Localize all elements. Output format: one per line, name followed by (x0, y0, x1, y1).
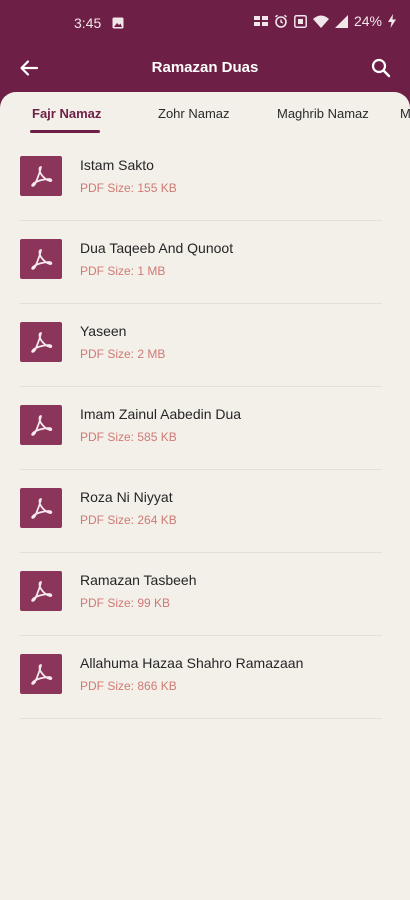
tab-bar: Fajr Namaz Zohr Namaz Maghrib Namaz M (0, 92, 410, 136)
item-title: Roza Ni Niyyat (80, 489, 173, 505)
signal-icon (334, 14, 348, 28)
item-size: PDF Size: 155 KB (80, 181, 177, 195)
item-size: PDF Size: 1 MB (80, 264, 166, 278)
item-size: PDF Size: 866 KB (80, 679, 177, 693)
item-size: PDF Size: 2 MB (80, 347, 166, 361)
pdf-icon (20, 405, 62, 445)
list-item[interactable]: Dua Taqeeb And Qunoot PDF Size: 1 MB (0, 221, 410, 304)
item-title: Istam Sakto (80, 157, 154, 173)
search-icon (371, 58, 391, 83)
status-icons: 24% (253, 13, 396, 29)
tab-maghrib-namaz[interactable]: Maghrib Namaz (277, 106, 369, 121)
nfc-icon (294, 14, 307, 28)
charging-icon (388, 14, 396, 28)
pdf-list: Istam Sakto PDF Size: 155 KB Dua Taqeeb … (0, 138, 410, 719)
tab-indicator (30, 130, 100, 133)
network-speed-icon (253, 15, 268, 27)
item-title: Imam Zainul Aabedin Dua (80, 406, 242, 422)
list-item[interactable]: Imam Zainul Aabedin Dua PDF Size: 585 KB (0, 387, 410, 470)
status-time: 3:45 (74, 15, 102, 31)
item-size: PDF Size: 99 KB (80, 596, 171, 610)
gallery-notification-icon (112, 16, 124, 29)
tab-zohr-namaz[interactable]: Zohr Namaz (158, 106, 230, 121)
list-item[interactable]: Ramazan Tasbeeh PDF Size: 99 KB (0, 553, 410, 636)
list-item[interactable]: Istam Sakto PDF Size: 155 KB (0, 138, 410, 221)
battery-percent: 24% (353, 13, 382, 29)
status-bar: 3:45 24% (0, 0, 410, 46)
app-bar: Ramazan Duas (0, 46, 410, 96)
item-title: Dua Taqeeb And Qunoot (80, 240, 234, 256)
pdf-icon (20, 156, 62, 196)
search-button[interactable] (366, 55, 396, 85)
list-item[interactable]: Yaseen PDF Size: 2 MB (0, 304, 410, 387)
list-item[interactable]: Roza Ni Niyyat PDF Size: 264 KB (0, 470, 410, 553)
alarm-icon (274, 14, 288, 28)
pdf-icon (20, 654, 62, 694)
pdf-icon (20, 322, 62, 362)
content-panel: Fajr Namaz Zohr Namaz Maghrib Namaz M Is… (0, 92, 410, 900)
list-item[interactable]: Allahuma Hazaa Shahro Ramazaan PDF Size:… (0, 636, 410, 719)
pdf-icon (20, 488, 62, 528)
pdf-icon (20, 571, 62, 611)
item-size: PDF Size: 585 KB (80, 430, 177, 444)
item-size: PDF Size: 264 KB (80, 513, 177, 527)
item-title: Allahuma Hazaa Shahro Ramazaan (80, 655, 304, 671)
item-title: Ramazan Tasbeeh (80, 572, 197, 588)
tab-partial[interactable]: M (400, 106, 410, 121)
tab-fajr-namaz[interactable]: Fajr Namaz (32, 106, 101, 121)
page-title: Ramazan Duas (151, 59, 259, 76)
pdf-icon (20, 239, 62, 279)
item-title: Yaseen (80, 323, 127, 339)
wifi-icon (312, 15, 329, 28)
divider (20, 718, 382, 719)
